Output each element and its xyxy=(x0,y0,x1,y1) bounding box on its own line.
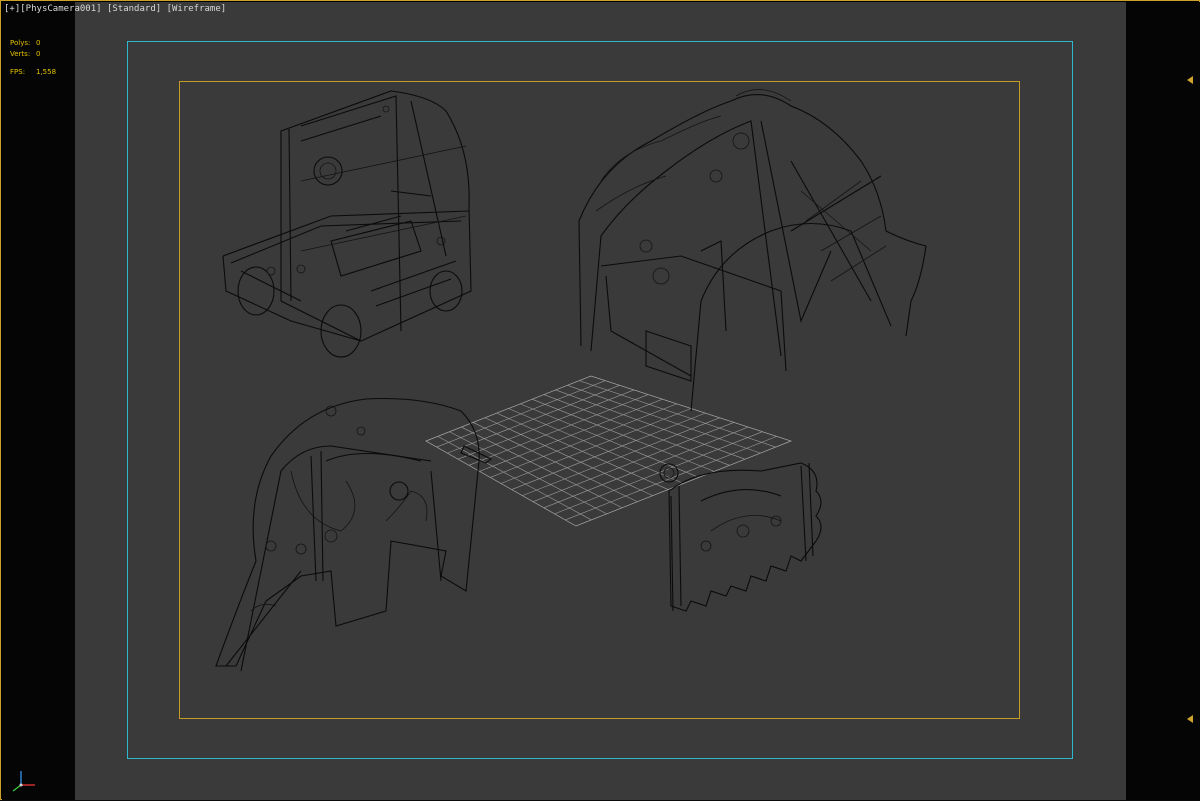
viewport-window[interactable]: [+][PhysCamera001] [Standard] [Wireframe… xyxy=(0,0,1200,800)
grid-line xyxy=(543,394,730,466)
wireframe-scene[interactable] xyxy=(1,1,1200,801)
grid-line xyxy=(520,403,699,478)
elephant-arch-model-wireframe[interactable] xyxy=(578,89,927,412)
grid-line xyxy=(500,408,692,484)
grid-line xyxy=(533,422,734,502)
grid-line xyxy=(543,426,749,509)
truck-model-wireframe[interactable] xyxy=(222,90,472,358)
xyz-axis-gizmo-icon xyxy=(12,771,35,792)
grid-line xyxy=(554,431,763,515)
wavy-panel-model-wireframe[interactable] xyxy=(659,462,822,612)
grid-line xyxy=(555,389,746,460)
grid-line xyxy=(522,417,720,496)
grid-line xyxy=(579,380,776,448)
ground-grid xyxy=(425,375,793,527)
elephant-panel-model-wireframe[interactable] xyxy=(215,397,493,672)
grid-line xyxy=(567,385,761,454)
